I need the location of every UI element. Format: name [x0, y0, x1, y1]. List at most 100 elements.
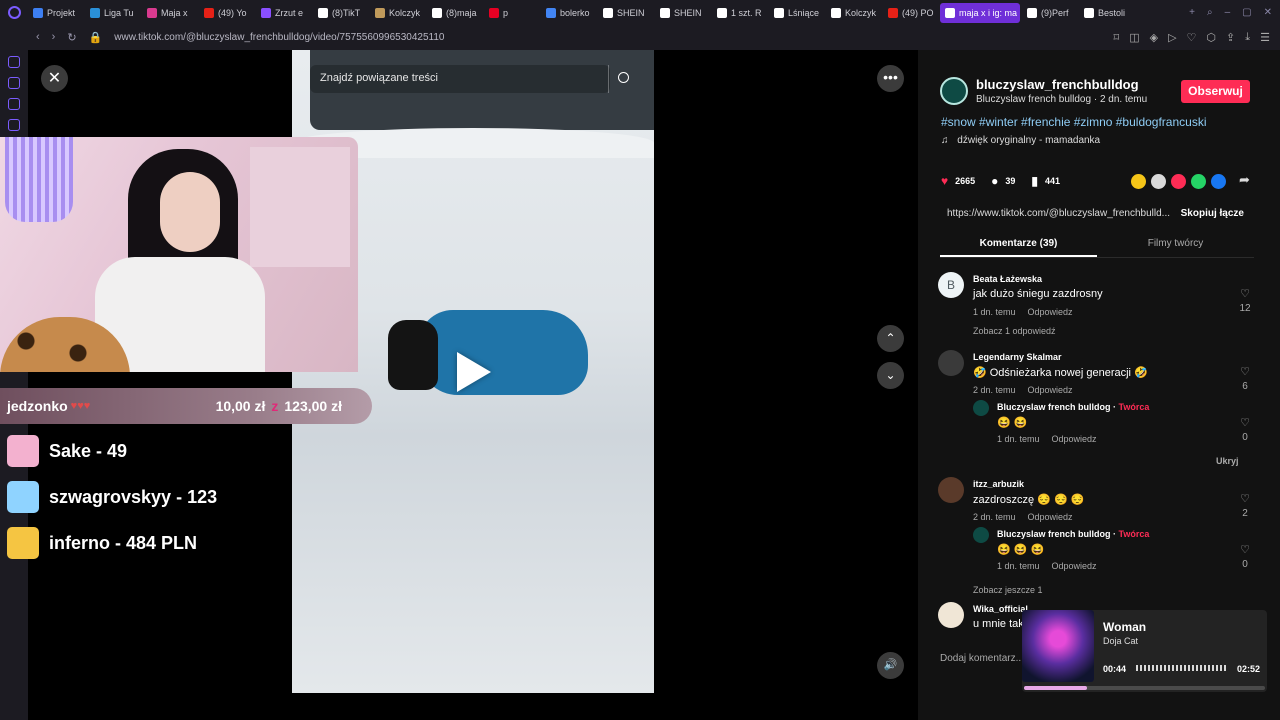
reply-button[interactable]: Odpowiedz: [1028, 307, 1073, 317]
heart-ext-icon[interactable]: ♡: [1187, 31, 1197, 44]
play-icon[interactable]: [457, 352, 491, 392]
reply-author[interactable]: Bluczyslaw french bulldog · Twórca: [997, 529, 1149, 539]
comment-avatar[interactable]: [938, 350, 964, 376]
song-progress[interactable]: [1024, 686, 1265, 690]
facebook-icon[interactable]: [1211, 174, 1226, 189]
copy-link-button[interactable]: Skopiuj łącze: [1181, 208, 1244, 219]
browser-tab[interactable]: (9)Perf: [1022, 3, 1077, 23]
download-icon[interactable]: ⤓: [1245, 31, 1250, 44]
vpn-icon[interactable]: ◈: [1150, 31, 1158, 44]
browser-tab[interactable]: (49) Yo: [199, 3, 254, 23]
author-username[interactable]: bluczyslaw_frenchbulldog: [976, 77, 1147, 92]
embed-icon[interactable]: [1131, 174, 1146, 189]
messenger-icon[interactable]: [8, 98, 20, 110]
browser-tab[interactable]: 1 szt. R: [712, 3, 767, 23]
comment-like-button[interactable]: ♡ 12: [1235, 287, 1255, 314]
album-art[interactable]: [1022, 610, 1094, 682]
reply-like-button[interactable]: ♡ 0: [1235, 416, 1255, 443]
add-comment-input[interactable]: Dodaj komentarz...: [940, 653, 1024, 664]
comment-avatar[interactable]: [938, 477, 964, 503]
play-ext-icon[interactable]: ▷: [1168, 31, 1176, 44]
browser-tab[interactable]: Zrzut e: [256, 3, 311, 23]
close-window-icon[interactable]: ✕: [1264, 7, 1272, 18]
comment-author[interactable]: Wika_official: [973, 604, 1028, 614]
more-options-button[interactable]: •••: [877, 65, 904, 92]
comment-avatar[interactable]: [938, 602, 964, 628]
bookmark-icon[interactable]: ⌑: [1114, 31, 1120, 44]
browser-tab[interactable]: (49) PO: [883, 3, 938, 23]
back-icon[interactable]: ‹: [36, 31, 40, 44]
opera-logo-icon[interactable]: [0, 0, 28, 25]
reply-avatar[interactable]: [973, 400, 989, 416]
browser-tab[interactable]: bolerko: [541, 3, 596, 23]
comment-author[interactable]: Legendarny Skalmar: [973, 352, 1062, 362]
comment-avatar[interactable]: B: [938, 272, 964, 298]
related-search-input[interactable]: Znajdź powiązane treści: [310, 65, 610, 93]
reply-avatar[interactable]: [973, 527, 989, 543]
share-ext-icon[interactable]: ⇪: [1226, 31, 1235, 44]
browser-tab[interactable]: Maja x: [142, 3, 197, 23]
browser-tab[interactable]: (8)maja: [427, 3, 482, 23]
tab-comments[interactable]: Komentarze (39): [940, 235, 1097, 257]
ai-icon[interactable]: [8, 56, 20, 68]
comment-like-button[interactable]: ♡ 6: [1235, 365, 1255, 392]
reply-like-button[interactable]: ♡ 0: [1235, 543, 1255, 570]
workspace-icon[interactable]: [8, 77, 20, 89]
send-icon[interactable]: [1171, 174, 1186, 189]
browser-tab[interactable]: (8)TikT: [313, 3, 368, 23]
tab-creator-videos[interactable]: Filmy twórcy: [1097, 235, 1254, 257]
maximize-icon[interactable]: ▢: [1242, 7, 1251, 18]
volume-button[interactable]: 🔊: [877, 652, 904, 679]
sound-name[interactable]: dźwięk oryginalny - mamadanka: [957, 135, 1100, 146]
new-tab-icon[interactable]: +: [1189, 7, 1195, 18]
reply-author[interactable]: Bluczyslaw french bulldog · Twórca: [997, 402, 1149, 412]
comment-author[interactable]: itzz_arbuzik: [973, 479, 1024, 489]
reply-author-name[interactable]: Bluczyslaw french bulldog: [997, 529, 1111, 539]
video-link[interactable]: https://www.tiktok.com/@bluczyslaw_frenc…: [947, 208, 1170, 219]
hide-replies-button[interactable]: Ukryj: [1216, 456, 1239, 466]
close-video-button[interactable]: ✕: [41, 65, 68, 92]
browser-tab[interactable]: p: [484, 3, 539, 23]
comment-author[interactable]: Beata Łażewska: [973, 274, 1042, 284]
reply-reply-button[interactable]: Odpowiedz: [1052, 561, 1097, 571]
next-video-button[interactable]: ⌄: [877, 362, 904, 389]
comment-button[interactable]: ● 39: [991, 174, 1015, 188]
browser-tab[interactable]: SHEIN: [655, 3, 710, 23]
comment-like-button[interactable]: ♡ 2: [1235, 492, 1255, 519]
extensions-icon[interactable]: ⬡: [1206, 31, 1216, 44]
minimize-icon[interactable]: –: [1225, 7, 1231, 18]
view-replies-button[interactable]: Zobacz jeszcze 1: [973, 585, 1043, 595]
search-icon[interactable]: [618, 72, 629, 83]
browser-tab[interactable]: Bestoli: [1079, 3, 1134, 23]
whatsapp-icon[interactable]: [1191, 174, 1206, 189]
browser-tab[interactable]: Projekt: [28, 3, 83, 23]
snapshot-icon[interactable]: ◫: [1129, 31, 1139, 44]
browser-tab[interactable]: SHEIN: [598, 3, 653, 23]
browser-tab[interactable]: Kolczyk: [370, 3, 425, 23]
author-block[interactable]: bluczyslaw_frenchbulldog Bluczyslaw fren…: [940, 77, 1147, 105]
browser-tab[interactable]: Liga Tu: [85, 3, 140, 23]
forward-icon[interactable]: ›: [52, 31, 56, 44]
like-button[interactable]: ♥ 2665: [941, 174, 975, 188]
friends-icon[interactable]: [1151, 174, 1166, 189]
reload-icon[interactable]: ↻: [67, 31, 76, 44]
reply-button[interactable]: Odpowiedz: [1028, 512, 1073, 522]
menu-icon[interactable]: ☰: [1260, 31, 1270, 44]
save-button[interactable]: ▮ 441: [1031, 174, 1060, 188]
search-tabs-icon[interactable]: ⌕: [1207, 7, 1213, 18]
browser-tab[interactable]: Kolczyk: [826, 3, 881, 23]
share-icon[interactable]: ➦: [1239, 172, 1250, 188]
author-avatar[interactable]: [940, 77, 968, 105]
reply-button[interactable]: Odpowiedz: [1028, 385, 1073, 395]
view-replies-button[interactable]: Zobacz 1 odpowiedź: [973, 326, 1056, 336]
hashtags[interactable]: #snow #winter #frenchie #zimno #buldogfr…: [941, 115, 1206, 129]
url-field[interactable]: www.tiktok.com/@bluczyslaw_frenchbulldog…: [114, 32, 444, 43]
browser-tab[interactable]: Lśniące: [769, 3, 824, 23]
reply-author-name[interactable]: Bluczyslaw french bulldog: [997, 402, 1111, 412]
reply-reply-button[interactable]: Odpowiedz: [1052, 434, 1097, 444]
previous-video-button[interactable]: ⌃: [877, 325, 904, 352]
sound-row[interactable]: ♫ dźwięk oryginalny - mamadanka: [941, 135, 1100, 146]
browser-tab[interactable]: maja x i ig: ma: [940, 2, 1020, 23]
mail-icon[interactable]: [8, 119, 20, 131]
follow-button[interactable]: Obserwuj: [1181, 80, 1250, 103]
